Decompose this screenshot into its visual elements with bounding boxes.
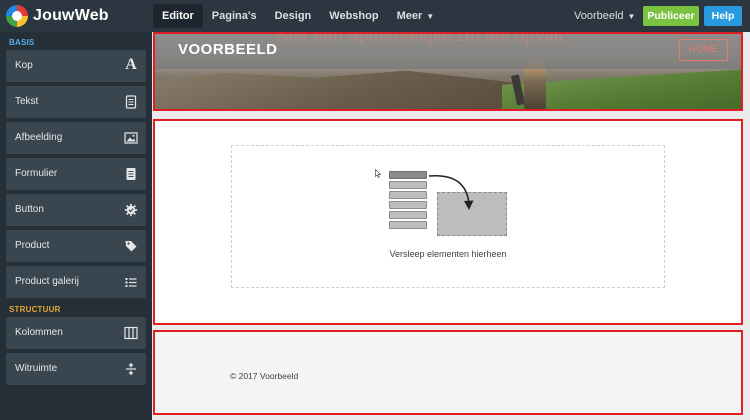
element-bar [389, 201, 427, 209]
element-bar [389, 191, 427, 199]
tag-icon [124, 239, 138, 253]
spacing-icon [124, 362, 138, 376]
site-selector[interactable]: Voorbeeld ▼ [566, 4, 643, 28]
nav-meer[interactable]: Meer ▼ [388, 4, 444, 28]
logo-text: JouwWeb [33, 7, 109, 24]
nav-paginas[interactable]: Pagina's [203, 4, 266, 28]
heading-icon: A [125, 56, 137, 73]
logo-icon [6, 5, 28, 27]
top-bar: JouwWeb Editor Pagina's Design Webshop M… [0, 0, 750, 32]
sidebar-item-product[interactable]: Product [6, 230, 146, 262]
sidebar-item-label: Tekst [15, 96, 39, 107]
list-icon [124, 275, 138, 289]
drop-zone-text: Versleep elementen hierheen [389, 249, 507, 259]
sidebar-item-label: Formulier [15, 168, 58, 179]
sidebar-item-kolommen[interactable]: Kolommen [6, 317, 146, 349]
nav-editor[interactable]: Editor [153, 4, 203, 28]
drop-zone[interactable]: Versleep elementen hierheen [231, 145, 665, 288]
site-footer[interactable]: © 2017 Voorbeeld [154, 331, 742, 414]
header-image-person [524, 63, 546, 109]
nav-webshop[interactable]: Webshop [320, 4, 387, 28]
nav-design[interactable]: Design [266, 4, 321, 28]
home-menu-button[interactable]: HOME [679, 39, 728, 61]
sidebar-item-label: Kop [15, 60, 33, 71]
image-icon [124, 131, 138, 145]
text-icon [124, 95, 138, 109]
site-header[interactable]: Hier een opmerkelijke zin die opvalt VOO… [154, 32, 742, 109]
chevron-down-icon: ▼ [426, 12, 435, 21]
section-label-basis: BASIS [9, 38, 35, 47]
main-nav: Editor Pagina's Design Webshop Meer ▼ [153, 4, 443, 28]
sidebar-item-formulier[interactable]: Formulier [6, 158, 146, 190]
section-label-structuur: STRUCTUUR [9, 305, 61, 314]
columns-icon [124, 326, 138, 340]
content-section[interactable]: Versleep elementen hierheen [154, 120, 742, 324]
publish-button[interactable]: Publiceer [643, 6, 699, 26]
mouse-cursor-icon [375, 169, 381, 178]
element-bar [389, 211, 427, 219]
element-bar [389, 171, 427, 179]
sidebar-item-label: Witruimte [15, 363, 58, 374]
logo[interactable]: JouwWeb [6, 4, 109, 28]
form-icon [124, 167, 138, 181]
sidebar-item-witruimte[interactable]: Witruimte [6, 353, 146, 385]
site-title[interactable]: VOORBEELD [178, 41, 278, 58]
element-sidebar: BASIS Kop A Tekst Afbeelding Formulier B… [0, 32, 152, 420]
element-bar [389, 221, 427, 229]
button-icon [124, 203, 138, 217]
sidebar-item-label: Product galerij [15, 276, 79, 287]
element-stack-illustration [389, 171, 427, 231]
sidebar-item-tekst[interactable]: Tekst [6, 86, 146, 118]
header-slogan[interactable]: Hier een opmerkelijke zin die opvalt [276, 32, 564, 46]
footer-copyright[interactable]: © 2017 Voorbeeld [230, 371, 298, 381]
sidebar-item-label: Product [15, 240, 50, 251]
sidebar-item-label: Kolommen [15, 327, 63, 338]
chevron-down-icon: ▼ [627, 12, 636, 21]
element-bar [389, 181, 427, 189]
sidebar-item-kop[interactable]: Kop A [6, 50, 146, 82]
sidebar-item-label: Afbeelding [15, 132, 63, 143]
editor-canvas: Hier een opmerkelijke zin die opvalt VOO… [152, 32, 750, 420]
sidebar-item-button[interactable]: Button [6, 194, 146, 226]
site-selector-label: Voorbeeld [574, 10, 624, 22]
drag-arrow-icon [428, 175, 474, 210]
nav-meer-label: Meer [396, 10, 423, 22]
sidebar-item-label: Button [15, 204, 44, 215]
sidebar-item-product-galerij[interactable]: Product galerij [6, 266, 146, 298]
help-button[interactable]: Help [704, 6, 742, 26]
sidebar-item-afbeelding[interactable]: Afbeelding [6, 122, 146, 154]
